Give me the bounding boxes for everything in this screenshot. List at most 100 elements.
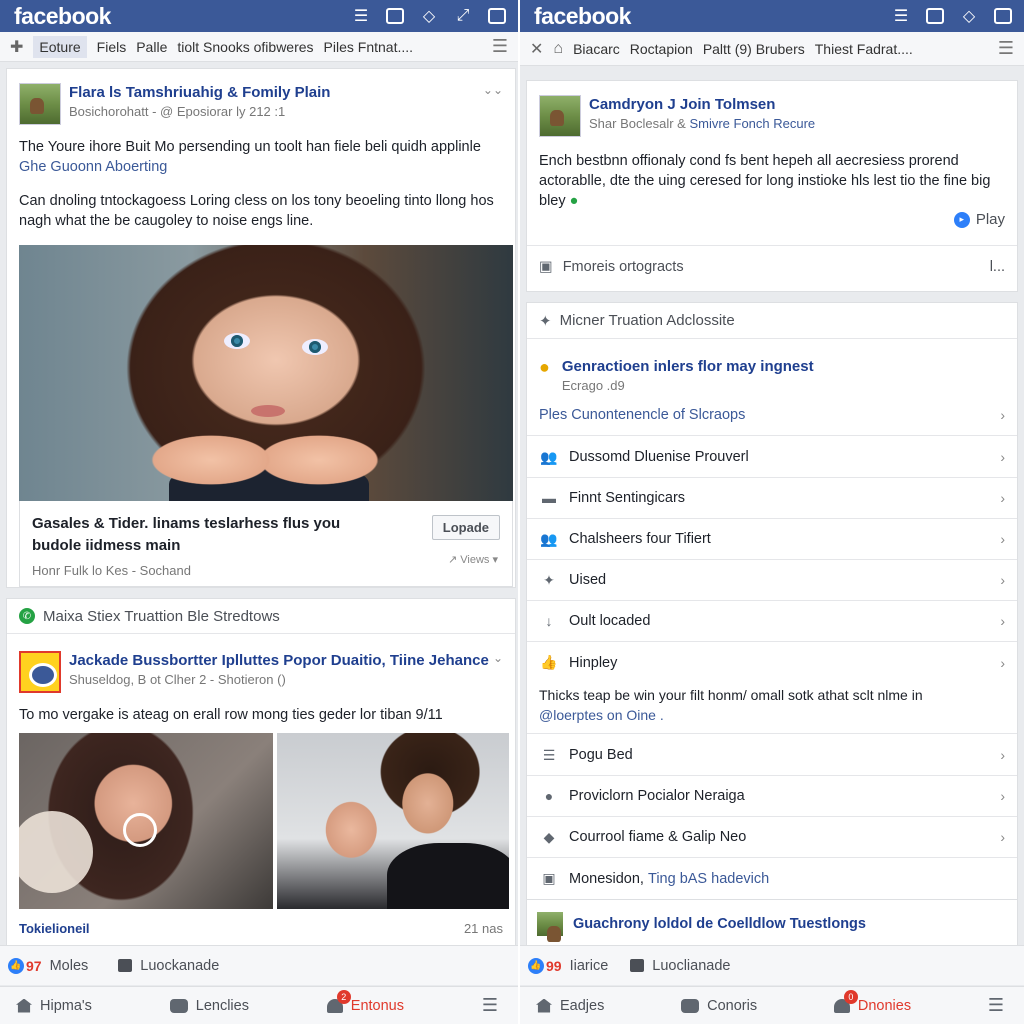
list-item[interactable]: ◆ Courrool fiame & Galip Neo › — [527, 817, 1017, 858]
post-author[interactable]: Flara ls Tamshriuahig & Fomily Plain — [69, 83, 330, 103]
play-button[interactable]: ▸ Play — [953, 211, 1005, 228]
suggestions-card: ✦ Micner Truation Adclossite ● Genractio… — [526, 302, 1018, 946]
post-photo-1[interactable] — [19, 733, 273, 909]
list-item[interactable]: ▣ Monesidon, Ting bAS hadevich — [527, 858, 1017, 899]
reaction-count[interactable]: 👍 97 Moles — [8, 957, 88, 974]
messages-icon[interactable] — [924, 6, 946, 26]
subbar-item-1[interactable]: Eoture — [33, 35, 87, 58]
post-card: Flara ls Tamshriuahig & Fomily Plain Bos… — [6, 68, 516, 588]
top-bar: facebook ☰ ◇ ⤢ — [0, 0, 518, 32]
caption-time: 21 nas — [463, 921, 503, 936]
list-item[interactable]: ☰ Pogu Bed › — [527, 735, 1017, 776]
caption-name[interactable]: Tokielioneil — [19, 921, 90, 936]
divider — [527, 245, 1017, 246]
subbar-item-4[interactable]: Thiest Fadrat.... — [815, 41, 913, 57]
hamburger-icon[interactable]: ☰ — [482, 995, 498, 1016]
subbar-item-4[interactable]: tiolt Snooks ofibweres — [177, 39, 313, 55]
subbar-item-3[interactable]: Paltt (9) Brubers — [703, 41, 805, 57]
avatar — [537, 911, 563, 942]
list-icon: ☰ — [542, 746, 556, 763]
list-item[interactable]: ↓ Oult locaded › — [527, 601, 1017, 642]
chat-icon — [169, 998, 188, 1013]
photo-detail — [123, 813, 157, 847]
list-item[interactable]: Ples Cunontenencle of Slcraops › — [527, 395, 1017, 436]
post-header: Jackade Bussbortter Iplluttes Popor Duai… — [7, 651, 515, 693]
link-preview[interactable]: Gasales & Tider. linams teslarhess flus … — [19, 501, 513, 587]
more-options-icon[interactable]: ⌄⌄ — [483, 83, 503, 97]
whatsapp-icon: ✆ — [19, 608, 35, 624]
location-icon[interactable]: ◇ — [958, 6, 980, 26]
subbar-item-2[interactable]: Roctapion — [630, 41, 693, 57]
post-text: The Youre ihore Buit Mo persending un to… — [19, 139, 481, 175]
post-author[interactable]: Jackade Bussbortter Iplluttes Popor Duai… — [69, 651, 489, 671]
post-link[interactable]: Ghe Guoonn Aboerting — [19, 159, 167, 175]
top-bar-tools: ☰ ◇ — [890, 6, 1014, 26]
more-options-icon[interactable]: ⌄ — [493, 651, 503, 665]
hamburger-icon[interactable]: ☰ — [998, 38, 1014, 59]
location-icon[interactable]: ◇ — [418, 6, 440, 26]
expand-icon[interactable]: ⤢ — [452, 6, 474, 26]
post-card: Camdryon J Join Tolmsen Shar Boclesalr &… — [526, 80, 1018, 292]
hamburger-icon[interactable]: ☰ — [988, 995, 1004, 1016]
post-photo[interactable] — [19, 245, 513, 501]
post-text: To mo vergake is ateag on erall row mong… — [19, 707, 443, 723]
sub-toolbar: ✕ ⌂ Biacarc Roctapion Paltt (9) Brubers … — [520, 32, 1024, 66]
avatar[interactable] — [19, 83, 61, 125]
like-icon: 👍 — [528, 957, 544, 974]
avatar[interactable] — [539, 95, 581, 137]
chevron-right-icon: › — [1000, 490, 1005, 506]
post-footer[interactable]: ▣ Fmoreis ortogracts l... — [539, 259, 1005, 275]
nav-home[interactable]: Eadjes — [536, 998, 604, 1014]
subbar-item-3[interactable]: Palle — [136, 39, 167, 55]
nav-notifications[interactable]: 2 Entonus — [326, 989, 404, 1014]
facebook-logo[interactable]: facebook — [14, 3, 111, 30]
messages-icon[interactable] — [384, 6, 406, 26]
subbar-item-1[interactable]: Biacarc — [573, 41, 620, 57]
nav-messages[interactable]: Conoris — [681, 998, 757, 1014]
photo-detail — [302, 339, 328, 355]
subbar-item-2[interactable]: Fiels — [97, 39, 127, 55]
list-item[interactable]: 👥 Dussomd Dluenise Prouverl › — [527, 437, 1017, 478]
post-card-2: ✆ Maixa Stiex Truattion Ble Stredtows Ja… — [6, 598, 516, 948]
note-link[interactable]: @loerptes on Oine . — [539, 705, 1005, 725]
menu-lines-icon[interactable]: ☰ — [890, 6, 912, 26]
bottom-nav: Eadjes Conoris 0 Dnonies ☰ — [520, 986, 1024, 1024]
add-icon[interactable]: ✚ — [10, 37, 23, 57]
photo-detail — [387, 843, 509, 909]
comment-action[interactable]: Luockanade — [118, 958, 219, 974]
avatar[interactable] — [19, 651, 61, 693]
section-title[interactable]: Micner Truation Adclossite — [560, 312, 735, 329]
hamburger-icon[interactable]: ☰ — [492, 36, 508, 57]
reaction-count[interactable]: 👍 99 Iiarice — [528, 957, 608, 974]
list-item[interactable]: ▬ Finnt Sentingicars › — [527, 478, 1017, 519]
list-item[interactable]: ● Proviclorn Pocialor Neraiga › — [527, 776, 1017, 817]
views-count[interactable]: ↗ Views ▾ — [448, 553, 498, 566]
list-item[interactable]: 👍 Hinpley › — [527, 642, 1017, 683]
people-icon: 👥 — [540, 448, 558, 465]
home-icon[interactable]: ⌂ — [553, 40, 563, 58]
footer-more[interactable]: l... — [990, 259, 1005, 275]
close-icon[interactable]: ✕ — [530, 39, 543, 59]
nav-messages[interactable]: Lenclies — [169, 998, 249, 1014]
chevron-right-icon: › — [1000, 788, 1005, 804]
subbar-item-5[interactable]: Piles Fntnat.... — [324, 39, 413, 55]
post-photo-2[interactable] — [277, 733, 509, 909]
section-title[interactable]: Maixa Stiex Truattion Ble Stredtows — [43, 608, 280, 625]
window-icon[interactable] — [486, 6, 508, 26]
list-item[interactable]: 👥 Chalsheers four Tifiert › — [527, 519, 1017, 560]
group-post[interactable]: Guachrony loldol de Coelldlow Tuestlongs — [527, 899, 1017, 947]
nav-notifications[interactable]: 0 Dnonies — [833, 989, 911, 1014]
chevron-right-icon: › — [1000, 747, 1005, 763]
list-item[interactable]: ✦ Uised › — [527, 560, 1017, 601]
preview-title[interactable]: Gasales & Tider. linams teslarhess flus … — [32, 513, 392, 557]
preview-action-button[interactable]: Lopade — [431, 515, 500, 540]
post-author[interactable]: Camdryon J Join Tolmsen — [589, 95, 815, 115]
section-header: ✦ Micner Truation Adclossite — [527, 303, 1017, 339]
feature-item[interactable]: ● Genractioen inlers flor may ingnest Ec… — [539, 357, 814, 395]
window-icon[interactable] — [992, 6, 1014, 26]
facebook-logo[interactable]: facebook — [534, 3, 631, 30]
comment-action[interactable]: Luoclianade — [630, 958, 730, 974]
nav-home[interactable]: Hipma's — [16, 998, 92, 1014]
menu-lines-icon[interactable]: ☰ — [350, 6, 372, 26]
emoji-icon: ● — [569, 193, 579, 209]
